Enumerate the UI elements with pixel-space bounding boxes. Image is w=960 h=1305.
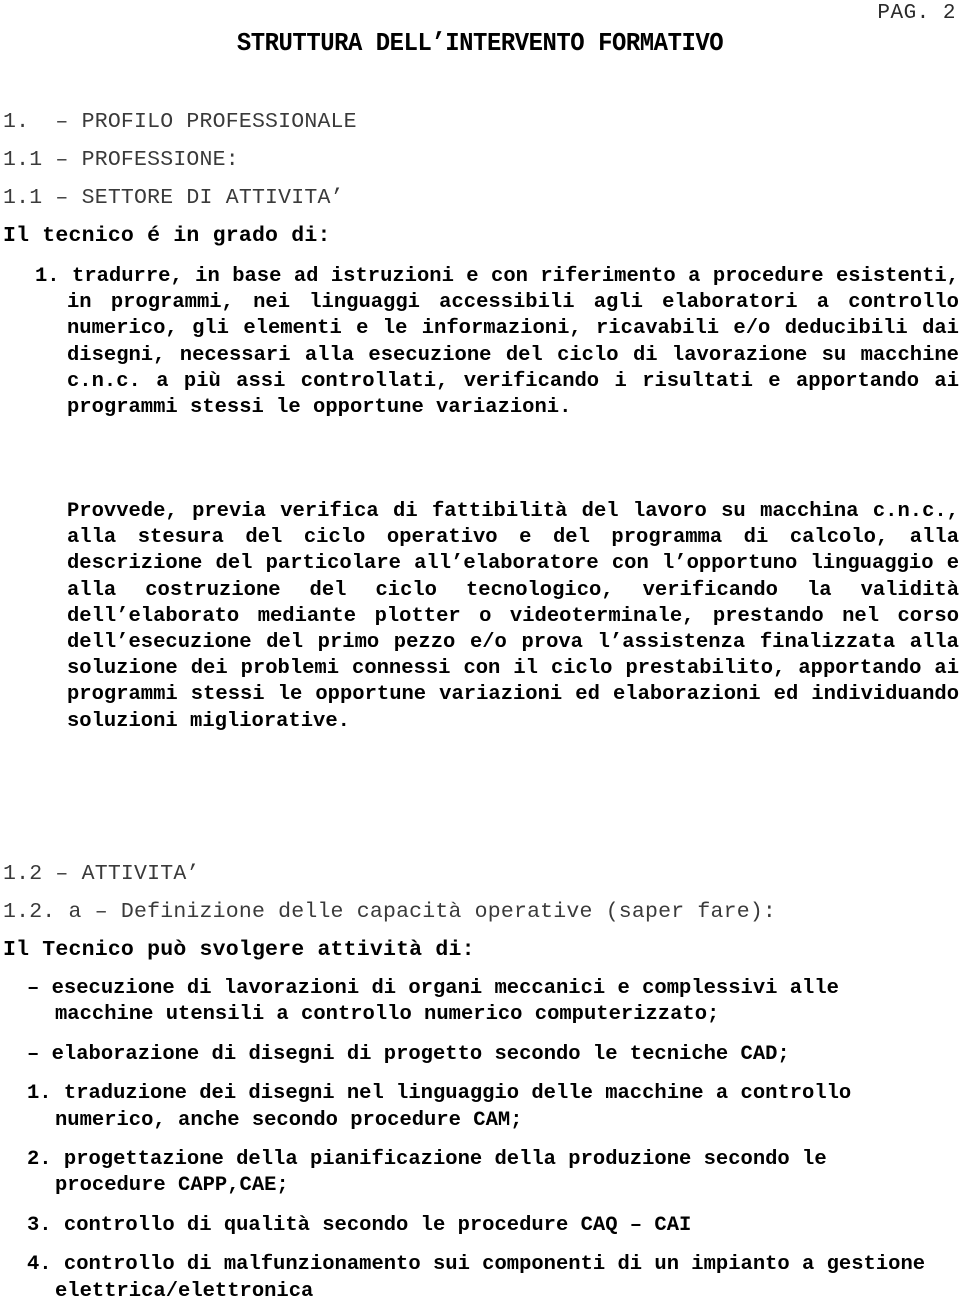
list-item-label: esecuzione di lavorazioni di organi mecc… [51, 977, 839, 1027]
heading-1-profilo-professionale: 1. – PROFILO PROFESSIONALE [3, 110, 357, 134]
heading-1-2-a-definizione-capacita-operative: 1.2. a – Definizione delle capacità oper… [3, 900, 777, 924]
list-item-marker: 1. [27, 1082, 64, 1106]
lead-in-il-tecnico-puo-svolgere-attivita-di: Il Tecnico può svolgere attività di: [3, 938, 475, 962]
list-item: 3. controllo di qualità secondo le proce… [27, 1213, 947, 1239]
page-title: STRUTTURA DELL’INTERVENTO FORMATIVO [236, 28, 724, 58]
list-item: 1. traduzione dei disegni nel linguaggio… [27, 1081, 947, 1134]
document-page: PAG. 2 STRUTTURA DELL’INTERVENTO FORMATI… [0, 0, 960, 1303]
paragraph-provvede: Provvede, previa verifica di fattibilità… [67, 500, 959, 733]
heading-1-1-settore-di-attivita: 1.1 – SETTORE DI ATTIVITA’ [3, 186, 344, 210]
paragraph-item-1-tradurre: 1. tradurre, in base ad istruzioni e con… [35, 265, 959, 420]
list-item-label: controllo di malfunzionamento sui compon… [55, 1253, 926, 1303]
lead-in-il-tecnico-e-in-grado-di: Il tecnico é in grado di: [3, 224, 331, 248]
list-item: – esecuzione di lavorazioni di organi me… [27, 976, 947, 1029]
list-item-marker: 2. [27, 1148, 64, 1172]
list-item-marker: 4. [27, 1253, 64, 1277]
list-item-label: traduzione dei disegni nel linguaggio de… [55, 1082, 852, 1132]
heading-1-1-professione: 1.1 – PROFESSIONE: [3, 148, 239, 172]
capacita-operative-list: – esecuzione di lavorazioni di organi me… [27, 976, 947, 1305]
page-number: PAG. 2 [877, 2, 956, 25]
list-item-label: controllo di qualità secondo le procedur… [63, 1213, 692, 1237]
list-item-label: progettazione della pianificazione della… [55, 1148, 827, 1198]
list-item-marker: 3. [27, 1213, 64, 1237]
list-item-label: elaborazione di disegni di progetto seco… [51, 1042, 790, 1066]
heading-1-2-attivita: 1.2 – ATTIVITA’ [3, 862, 200, 886]
list-item-marker: – [27, 1042, 52, 1066]
list-item: 4. controllo di malfunzionamento sui com… [27, 1252, 947, 1305]
list-item: 2. progettazione della pianificazione de… [27, 1147, 947, 1200]
list-item-marker: – [27, 977, 52, 1000]
list-item: – elaborazione di disegni di progetto se… [27, 1042, 947, 1068]
